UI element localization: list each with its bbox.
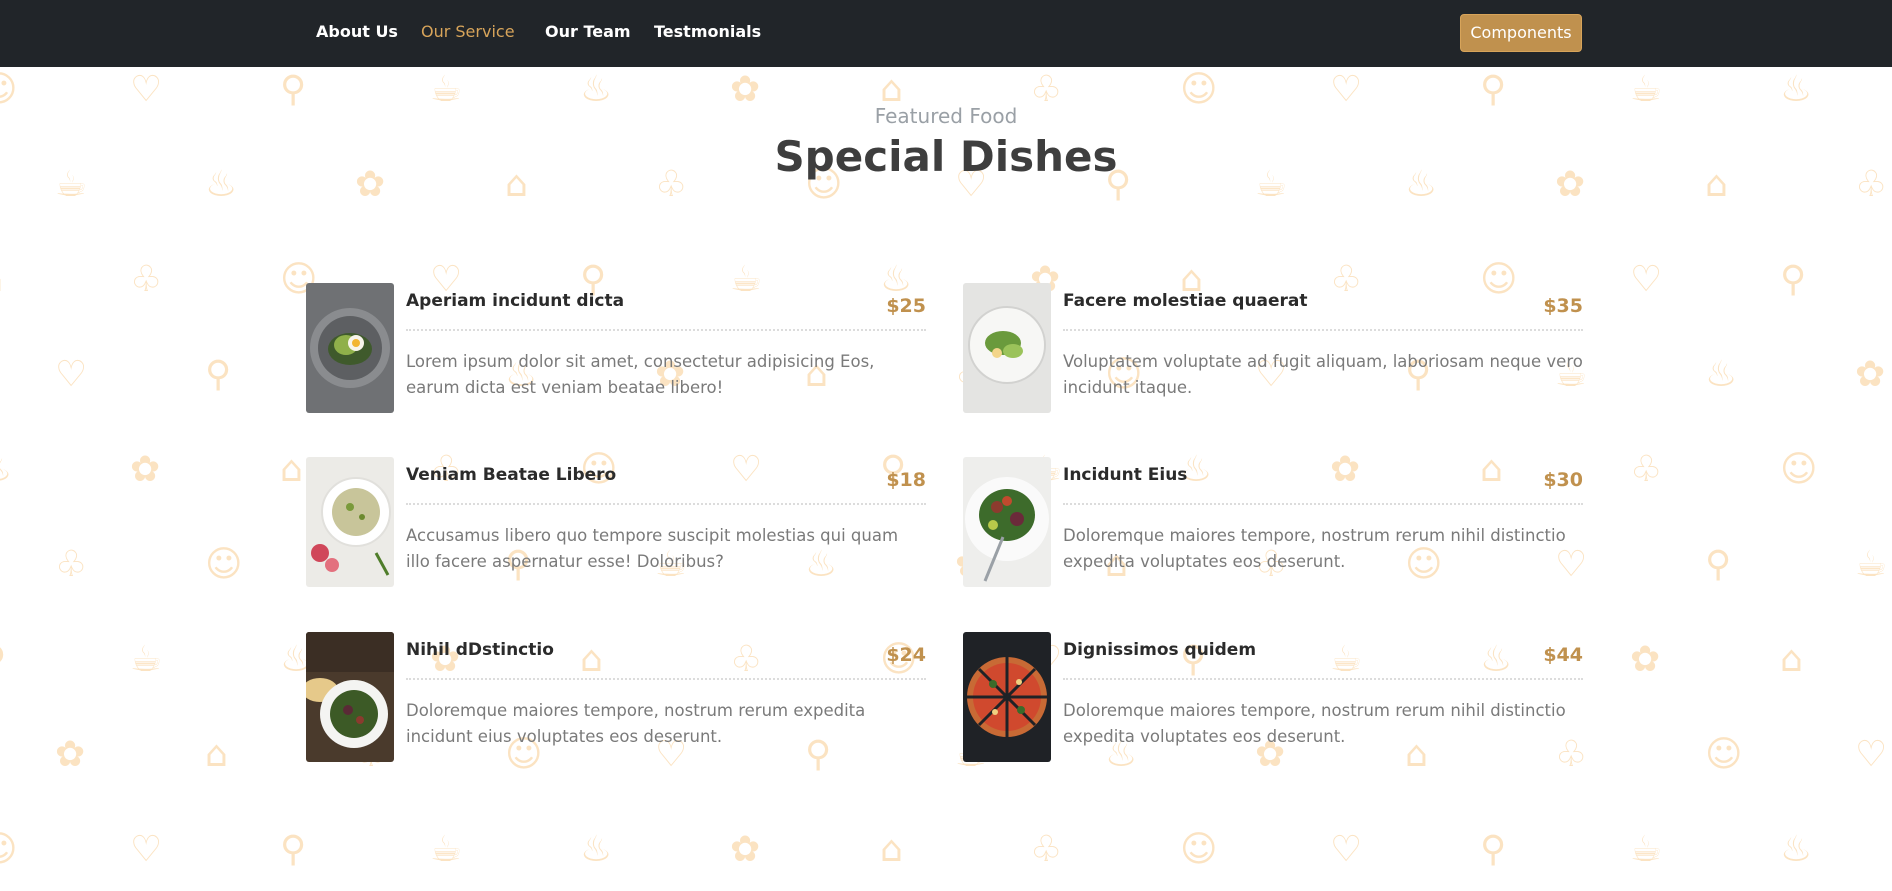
dish-name: Dignissimos quidem bbox=[1063, 640, 1257, 660]
pattern-doodle-icon: ✿ bbox=[130, 449, 161, 490]
pattern-doodle-icon: ☺ bbox=[0, 72, 18, 108]
pattern-doodle-icon: ☺ bbox=[205, 544, 243, 585]
dish-name: Aperiam incidunt dicta bbox=[406, 291, 625, 311]
nav-testimonials[interactable]: Testmonials bbox=[654, 22, 761, 41]
section-title: Special Dishes bbox=[774, 132, 1118, 181]
pattern-doodle-icon: ⚲ bbox=[280, 829, 307, 870]
pattern-doodle-icon: ♨ bbox=[0, 452, 12, 488]
pattern-doodle-icon: ⌂ bbox=[205, 734, 228, 775]
pattern-doodle-icon: ⚲ bbox=[1780, 259, 1807, 300]
dish-description: Doloremque maiores tempore, nostrum reru… bbox=[406, 701, 866, 746]
dish-name: Nihil dDstinctio bbox=[406, 640, 554, 660]
dish-price: $30 bbox=[1543, 469, 1583, 491]
dish-price: $44 bbox=[1543, 644, 1583, 666]
pattern-doodle-icon: ⌂ bbox=[0, 262, 3, 298]
pattern-doodle-icon: ♨ bbox=[580, 69, 613, 110]
pattern-doodle-icon: ♨ bbox=[1780, 829, 1813, 870]
pattern-doodle-icon: ⌂ bbox=[1780, 639, 1803, 680]
pattern-doodle-icon: ♡ bbox=[130, 69, 163, 110]
pattern-doodle-icon: ✿ bbox=[55, 734, 86, 775]
pattern-doodle-icon: ⚲ bbox=[280, 69, 307, 110]
dish-divider bbox=[406, 678, 926, 680]
dish-price: $24 bbox=[886, 644, 926, 666]
dish-item[interactable]: Incidunt Eius $30 Doloremque maiores tem… bbox=[963, 457, 1583, 587]
section-header: Featured Food Special Dishes bbox=[0, 104, 1892, 181]
pattern-doodle-icon: ♡ bbox=[130, 829, 163, 870]
components-button[interactable]: Components bbox=[1460, 14, 1582, 52]
pattern-doodle-icon: ☕ bbox=[430, 69, 463, 110]
food-pattern-background: ☺ ♡ ⚲ ☕ ♨ ✿ ⌂ ♧ ☺ ♡ ⚲ ☕ ♨ ☕ ♨ ✿ ⌂ ♧ ☺ ♡ ⚲ ☕ ♨ ✿ ⌂ ♧ ⌂ ♧ ☺ ♡ ⚲ ☕ ♨ ✿ ⌂ ♧ ☺ ♡ ⚲ ♡… bbox=[0, 67, 1892, 891]
dish-image-avocado-toast bbox=[306, 283, 394, 413]
dish-description: Accusamus libero quo tempore suscipit mo… bbox=[406, 526, 899, 571]
pattern-doodle-icon: ☺ bbox=[1180, 829, 1218, 870]
dish-description: Lorem ipsum dolor sit amet, consectetur … bbox=[406, 352, 875, 397]
nav-about-us[interactable]: About Us bbox=[316, 22, 398, 41]
dish-image-grain-bowl bbox=[306, 457, 394, 587]
dish-item[interactable]: Veniam Beatae Libero $18 Accusamus liber… bbox=[306, 457, 926, 587]
section-subtitle: Featured Food bbox=[874, 104, 1018, 128]
pattern-doodle-icon: ♡ bbox=[1330, 69, 1363, 110]
navbar: About Us Our Service Our Team Testmonial… bbox=[0, 0, 1892, 67]
pattern-doodle-icon: ✿ bbox=[1855, 354, 1886, 395]
dish-divider bbox=[1063, 329, 1583, 331]
pattern-doodle-icon: ♨ bbox=[580, 829, 613, 870]
dish-price: $25 bbox=[886, 295, 926, 317]
pattern-doodle-icon: ⚲ bbox=[205, 354, 232, 395]
pattern-doodle-icon: ⌂ bbox=[280, 449, 303, 490]
dish-item[interactable]: Nihil dDstinctio $24 Doloremque maiores … bbox=[306, 632, 926, 762]
nav-our-team[interactable]: Our Team bbox=[545, 22, 631, 41]
dish-price: $18 bbox=[886, 469, 926, 491]
pattern-doodle-icon: ♡ bbox=[1855, 734, 1888, 775]
pattern-doodle-icon: ⚲ bbox=[1705, 544, 1732, 585]
dish-image-salad-wooden-table bbox=[306, 632, 394, 762]
pattern-doodle-icon: ☕ bbox=[1855, 544, 1888, 585]
pattern-doodle-icon: ☕ bbox=[430, 829, 463, 870]
dish-name: Incidunt Eius bbox=[1063, 465, 1188, 485]
pattern-doodle-icon: ♨ bbox=[1780, 69, 1813, 110]
pattern-doodle-icon: ♧ bbox=[1030, 69, 1063, 110]
pattern-doodle-icon: ♨ bbox=[1705, 354, 1738, 395]
pattern-doodle-icon: ♧ bbox=[55, 544, 88, 585]
pattern-doodle-icon: ♡ bbox=[1630, 259, 1663, 300]
nav-our-service[interactable]: Our Service bbox=[421, 22, 515, 41]
pattern-doodle-icon: ♧ bbox=[1630, 449, 1663, 490]
pattern-doodle-icon: ♡ bbox=[1330, 829, 1363, 870]
dish-item[interactable]: Aperiam incidunt dicta $25 Lorem ipsum d… bbox=[306, 283, 926, 413]
pattern-doodle-icon: ♧ bbox=[1030, 829, 1063, 870]
dish-divider bbox=[1063, 678, 1583, 680]
pattern-doodle-icon: ✿ bbox=[1630, 639, 1661, 680]
pattern-doodle-icon: ☺ bbox=[0, 832, 18, 868]
dish-description: Doloremque maiores tempore, nostrum reru… bbox=[1063, 701, 1566, 746]
dish-divider bbox=[406, 329, 926, 331]
pattern-doodle-icon: ⌂ bbox=[880, 69, 903, 110]
dish-divider bbox=[1063, 503, 1583, 505]
pattern-doodle-icon: ⚲ bbox=[1480, 69, 1507, 110]
dish-name: Facere molestiae quaerat bbox=[1063, 291, 1308, 311]
pattern-doodle-icon: ♡ bbox=[55, 354, 88, 395]
pattern-doodle-icon: ☺ bbox=[1705, 734, 1743, 775]
pattern-doodle-icon: ☕ bbox=[1630, 829, 1663, 870]
pattern-doodle-icon: ☺ bbox=[1780, 449, 1818, 490]
pattern-doodle-icon: ♧ bbox=[130, 259, 163, 300]
pattern-doodle-icon: ⌂ bbox=[880, 829, 903, 870]
pattern-doodle-icon: ⚲ bbox=[1480, 829, 1507, 870]
dish-item[interactable]: Dignissimos quidem $44 Doloremque maiore… bbox=[963, 632, 1583, 762]
pattern-doodle-icon: ✿ bbox=[730, 69, 761, 110]
dish-name: Veniam Beatae Libero bbox=[406, 465, 617, 485]
dish-image-sliced-pizza bbox=[963, 632, 1051, 762]
pattern-doodle-icon: ✿ bbox=[730, 829, 761, 870]
pattern-doodle-icon: ☺ bbox=[1180, 69, 1218, 110]
pattern-doodle-icon: ⚲ bbox=[0, 642, 6, 678]
dish-price: $35 bbox=[1543, 295, 1583, 317]
dish-description: Doloremque maiores tempore, nostrum reru… bbox=[1063, 526, 1566, 571]
dish-image-salad-plate bbox=[963, 283, 1051, 413]
pattern-doodle-icon: ☕ bbox=[1630, 69, 1663, 110]
dish-item[interactable]: Facere molestiae quaerat $35 Voluptatem … bbox=[963, 283, 1583, 413]
dish-description: Voluptatem voluptate ad fugit aliquam, l… bbox=[1063, 352, 1583, 397]
dish-image-vegetable-salad bbox=[963, 457, 1051, 587]
dish-divider bbox=[406, 503, 926, 505]
pattern-doodle-icon: ☕ bbox=[130, 639, 163, 680]
